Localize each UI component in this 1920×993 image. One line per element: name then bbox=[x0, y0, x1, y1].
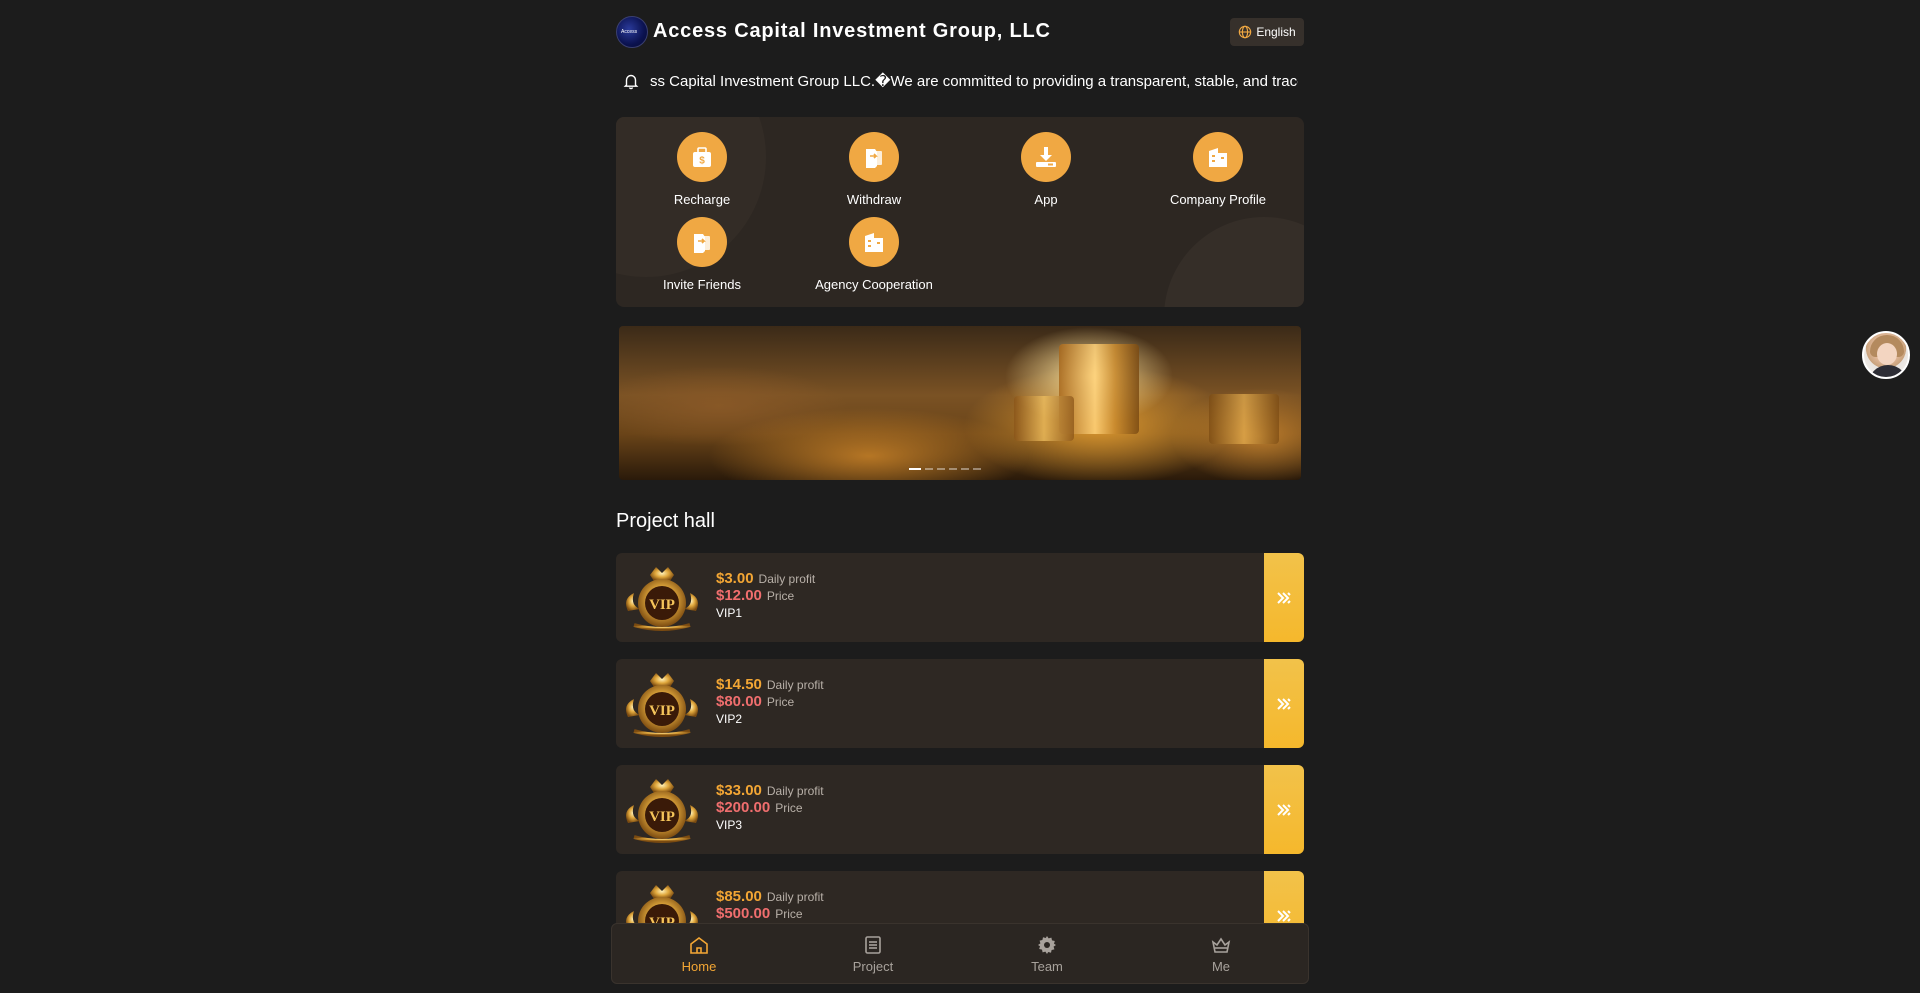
list-icon bbox=[865, 935, 881, 954]
carousel-dot[interactable] bbox=[949, 468, 957, 470]
company-logo: Access bbox=[616, 16, 648, 48]
quick-menu: $ Recharge Withdraw App Company Profile bbox=[616, 117, 1304, 307]
crown-icon bbox=[1211, 937, 1231, 953]
tab-team[interactable]: Team bbox=[960, 924, 1134, 983]
vip-crown-badge-icon: VIP bbox=[626, 567, 698, 631]
avatar-body bbox=[1868, 365, 1908, 377]
carousel-indicators bbox=[909, 468, 981, 470]
daily-profit-label: Daily profit bbox=[766, 784, 824, 798]
bottom-tabbar: Home Project Team Me bbox=[611, 923, 1309, 984]
vip-crown-badge-icon: VIP bbox=[626, 673, 698, 737]
coin-stack-image bbox=[1014, 396, 1074, 441]
price-label: Price bbox=[775, 907, 803, 921]
chevrons-right-icon bbox=[1277, 591, 1291, 604]
logo-text: Access bbox=[621, 29, 638, 35]
gear-icon bbox=[1038, 935, 1056, 954]
tab-label: Home bbox=[681, 958, 717, 974]
customer-support-avatar[interactable] bbox=[1862, 331, 1910, 379]
language-button[interactable]: English bbox=[1230, 18, 1304, 46]
go-button[interactable] bbox=[1264, 765, 1304, 854]
app-title: Access Capital Investment Group, LLC bbox=[653, 20, 1051, 42]
carousel-dot[interactable] bbox=[937, 468, 945, 470]
invite-icon bbox=[677, 217, 727, 267]
svg-text:VIP: VIP bbox=[649, 703, 675, 719]
quick-item-withdraw[interactable]: Withdraw bbox=[788, 132, 960, 207]
carousel-dot[interactable] bbox=[909, 468, 921, 470]
quick-label: Company Profile bbox=[1169, 192, 1267, 207]
price-label: Price bbox=[775, 801, 803, 815]
agency-building-icon bbox=[849, 217, 899, 267]
header: Access Access Capital Investment Group, … bbox=[616, 14, 1304, 50]
svg-text:$: $ bbox=[699, 156, 705, 167]
building-icon bbox=[1193, 132, 1243, 182]
go-button[interactable] bbox=[1264, 553, 1304, 642]
price-value: $80.00 bbox=[716, 693, 762, 710]
download-icon bbox=[1021, 132, 1071, 182]
quick-label: App bbox=[1034, 192, 1058, 207]
tab-label: Project bbox=[852, 958, 894, 974]
daily-profit-label: Daily profit bbox=[766, 678, 824, 692]
notice-text: ss Capital Investment Group LLC.�We are … bbox=[650, 73, 1298, 90]
carousel-dot[interactable] bbox=[973, 468, 981, 470]
chevrons-right-icon bbox=[1277, 697, 1291, 710]
tab-label: Me bbox=[1211, 958, 1231, 974]
carousel-dot[interactable] bbox=[961, 468, 969, 470]
globe-icon bbox=[1239, 25, 1252, 39]
notice-marquee: ss Capital Investment Group LLC.�We are … bbox=[650, 72, 1298, 92]
tab-project[interactable]: Project bbox=[786, 924, 960, 983]
avatar-face bbox=[1877, 343, 1897, 365]
project-card[interactable]: VIP $33.00 Daily profit $200.00 Price VIP3 bbox=[616, 765, 1304, 854]
notice-bar: ss Capital Investment Group LLC.�We are … bbox=[616, 66, 1304, 96]
quick-label: Agency Cooperation bbox=[815, 277, 933, 292]
quick-item-recharge[interactable]: $ Recharge bbox=[616, 132, 788, 207]
quick-item-company-profile[interactable]: Company Profile bbox=[1132, 132, 1304, 207]
language-label: English bbox=[1256, 25, 1296, 39]
tab-home[interactable]: Home bbox=[612, 924, 786, 983]
quick-item-agency-cooperation[interactable]: Agency Cooperation bbox=[788, 217, 960, 292]
price-value: $12.00 bbox=[716, 587, 762, 604]
svg-text:VIP: VIP bbox=[649, 809, 675, 825]
tab-label: Team bbox=[1031, 958, 1063, 974]
daily-profit-value: $14.50 bbox=[716, 676, 762, 693]
vip-crown-badge-icon: VIP bbox=[626, 779, 698, 843]
tab-me[interactable]: Me bbox=[1134, 924, 1308, 983]
project-card[interactable]: VIP $3.00 Daily profit $12.00 Price VIP1 bbox=[616, 553, 1304, 642]
daily-profit-value: $3.00 bbox=[716, 570, 754, 587]
svg-text:VIP: VIP bbox=[649, 597, 675, 613]
price-label: Price bbox=[766, 695, 795, 709]
daily-profit-label: Daily profit bbox=[758, 572, 816, 586]
quick-label: Withdraw bbox=[846, 192, 902, 207]
price-value: $500.00 bbox=[716, 905, 771, 922]
project-values: $3.00 Daily profit $12.00 Price VIP1 bbox=[716, 570, 815, 620]
daily-profit-value: $33.00 bbox=[716, 782, 762, 799]
quick-label: Invite Friends bbox=[662, 277, 742, 292]
decor-blob bbox=[1164, 217, 1304, 307]
carousel-dot[interactable] bbox=[925, 468, 933, 470]
project-card[interactable]: VIP $14.50 Daily profit $80.00 Price VIP2 bbox=[616, 659, 1304, 748]
quick-label: Recharge bbox=[673, 192, 731, 207]
price-value: $200.00 bbox=[716, 799, 771, 816]
go-button[interactable] bbox=[1264, 659, 1304, 748]
coin-stack-image bbox=[1209, 394, 1279, 444]
bell-icon bbox=[623, 74, 639, 90]
app-container: Access Access Capital Investment Group, … bbox=[611, 0, 1309, 993]
quick-item-app[interactable]: App bbox=[960, 132, 1132, 207]
withdraw-icon bbox=[849, 132, 899, 182]
home-icon bbox=[690, 936, 708, 954]
daily-profit-label: Daily profit bbox=[766, 890, 824, 904]
project-values: $33.00 Daily profit $200.00 Price VIP3 bbox=[716, 782, 824, 832]
vip-level: VIP3 bbox=[716, 818, 743, 832]
project-values: $14.50 Daily profit $80.00 Price VIP2 bbox=[716, 676, 824, 726]
daily-profit-value: $85.00 bbox=[716, 888, 762, 905]
section-title: Project hall bbox=[616, 510, 715, 532]
chevrons-right-icon bbox=[1277, 803, 1291, 816]
price-label: Price bbox=[766, 589, 795, 603]
vip-level: VIP1 bbox=[716, 606, 743, 620]
vip-level: VIP2 bbox=[716, 712, 743, 726]
banner-carousel[interactable] bbox=[619, 326, 1301, 480]
wallet-dollar-icon: $ bbox=[677, 132, 727, 182]
quick-item-invite-friends[interactable]: Invite Friends bbox=[616, 217, 788, 292]
